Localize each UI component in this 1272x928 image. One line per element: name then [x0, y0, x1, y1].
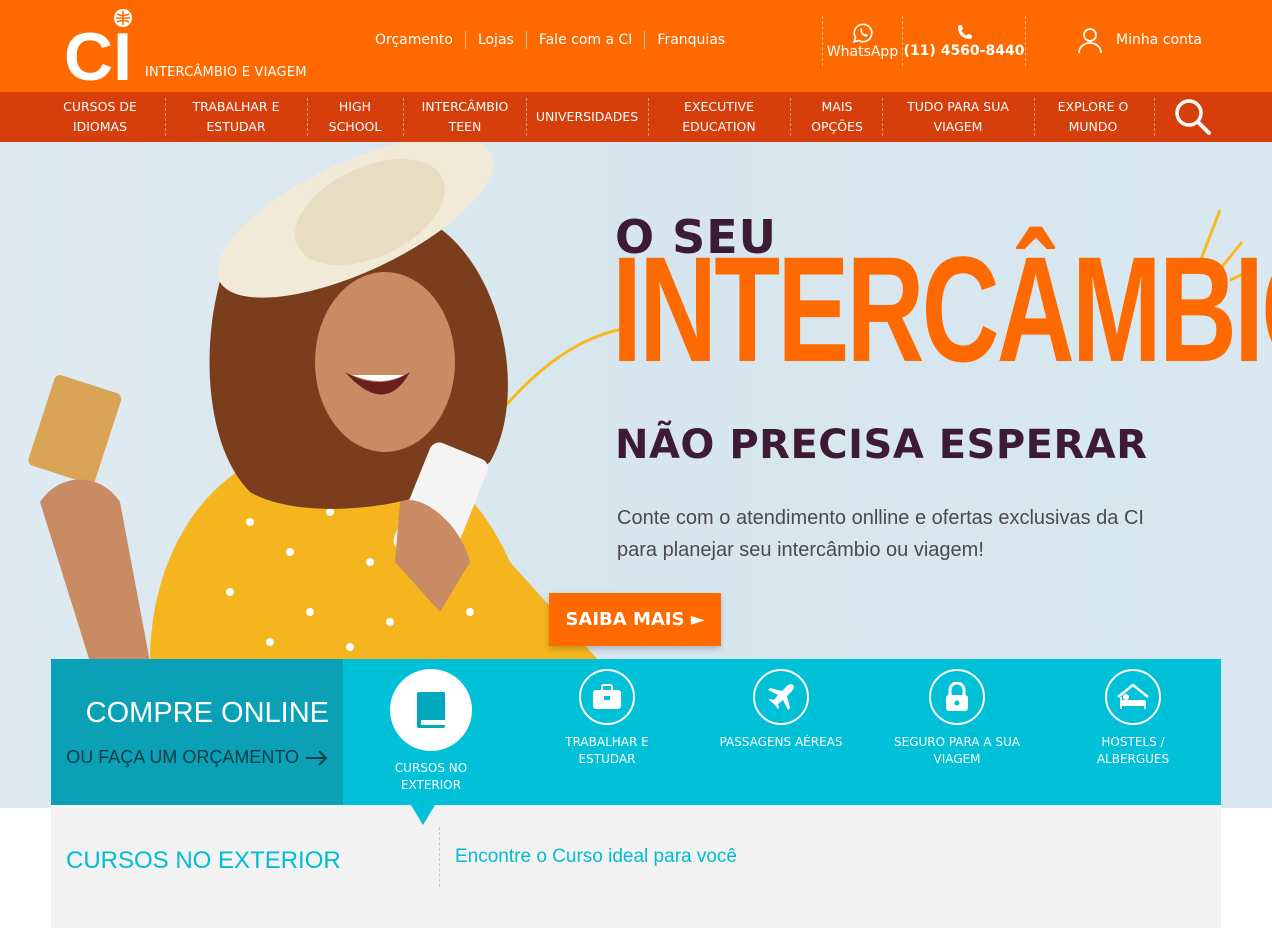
- whatsapp-button[interactable]: WhatsApp: [822, 16, 902, 66]
- buy-item-label: VIAGEM: [933, 752, 981, 766]
- arrow-right-icon: [306, 749, 328, 766]
- search-icon: [1175, 99, 1211, 135]
- nav-divider: [882, 98, 883, 136]
- buy-seguro-viagem[interactable]: SEGURO PARA A SUA VIAGEM: [877, 659, 1037, 805]
- nav-label: INTERCÂMBIO: [421, 99, 509, 114]
- courses-section: CURSOS NO EXTERIOR Encontre o Curso idea…: [51, 805, 1221, 928]
- quote-link[interactable]: OU FAÇA UM ORÇAMENTO: [66, 747, 329, 768]
- buy-online-title: COMPRE ONLINE: [85, 697, 329, 729]
- airplane-icon: [753, 669, 809, 725]
- buy-cursos-no-exterior[interactable]: CURSOS NO EXTERIOR: [351, 659, 511, 805]
- hero-heading-3: NÃO PRECISA ESPERAR: [615, 422, 1148, 468]
- nav-divider: [526, 98, 527, 136]
- section-lead: Encontre o Curso ideal para você: [455, 846, 737, 867]
- nav-intercambio-teen[interactable]: INTERCÂMBIO TEEN: [408, 92, 522, 142]
- nav-label: ESTUDAR: [206, 119, 266, 134]
- nav-label: EXPLORE O: [1057, 99, 1129, 114]
- nav-label: CURSOS DE: [63, 99, 137, 114]
- ci-logo[interactable]: CI: [64, 8, 144, 95]
- nav-label: HIGH: [338, 99, 372, 114]
- nav-divider: [790, 98, 791, 136]
- buy-online-intro: COMPRE ONLINE OU FAÇA UM ORÇAMENTO: [51, 659, 343, 805]
- buy-hostels-albergues[interactable]: HOSTELS / ALBERGUES: [1053, 659, 1213, 805]
- nav-universidades[interactable]: UNIVERSIDADES: [530, 92, 644, 142]
- lock-icon: [929, 669, 985, 725]
- buy-item-label: TRABALHAR E: [565, 735, 649, 749]
- nav-explore-o-mundo[interactable]: EXPLORE O MUNDO: [1040, 92, 1146, 142]
- buy-item-label: SEGURO PARA A SUA: [893, 735, 1021, 749]
- section-title: CURSOS NO EXTERIOR: [66, 847, 341, 874]
- hero-illustration: [28, 142, 620, 662]
- nav-label: TEEN: [448, 119, 482, 134]
- buy-item-label: CURSOS NO: [394, 761, 468, 775]
- nav-label: TUDO PARA SUA: [907, 99, 1009, 114]
- search-button[interactable]: [1172, 96, 1214, 138]
- link-fale-com-a-ci[interactable]: Fale com a CI: [527, 32, 645, 48]
- buy-passagens-aereas[interactable]: PASSAGENS AÉREAS: [701, 659, 861, 805]
- nav-label: MAIS: [821, 99, 853, 114]
- quote-link-label: OU FAÇA UM ORÇAMENTO: [66, 747, 299, 767]
- buy-trabalhar-e-estudar[interactable]: TRABALHAR E ESTUDAR: [527, 659, 687, 805]
- account-label: Minha conta: [1116, 32, 1202, 48]
- nav-divider: [307, 98, 308, 136]
- nav-label: EDUCATION: [682, 119, 756, 134]
- link-orcamento[interactable]: Orçamento: [363, 32, 465, 48]
- whatsapp-icon: [852, 23, 873, 43]
- nav-cursos-de-idiomas[interactable]: CURSOS DE IDIOMAS: [52, 92, 148, 142]
- active-tab-pointer: [411, 805, 435, 825]
- nav-trabalhar-e-estudar[interactable]: TRABALHAR E ESTUDAR: [172, 92, 300, 142]
- top-header: CI INTERCÂMBIO E VIAGEM Orçamento Lojas …: [0, 0, 1272, 95]
- bed-icon: [1105, 669, 1161, 725]
- nav-label: IDIOMAS: [72, 119, 128, 134]
- phone-number: (11) 4560-8440: [903, 43, 1025, 59]
- whatsapp-label: WhatsApp: [826, 44, 899, 60]
- buy-online-panel: COMPRE ONLINE OU FAÇA UM ORÇAMENTO CURSO…: [51, 659, 1221, 805]
- nav-executive-education[interactable]: EXECUTIVE EDUCATION: [652, 92, 786, 142]
- buy-item-label: ESTUDAR: [578, 752, 636, 766]
- nav-divider: [1034, 98, 1035, 136]
- briefcase-icon: [579, 669, 635, 725]
- saiba-mais-button[interactable]: SAIBA MAIS ►: [549, 593, 721, 646]
- link-lojas[interactable]: Lojas: [466, 32, 526, 48]
- nav-divider: [648, 98, 649, 136]
- nav-label: EXECUTIVE: [683, 99, 754, 114]
- buy-item-label: HOSTELS /: [1101, 735, 1165, 749]
- nav-label: SCHOOL: [328, 119, 382, 134]
- nav-tudo-para-sua-viagem[interactable]: TUDO PARA SUA VIAGEM: [886, 92, 1030, 142]
- nav-mais-opcoes[interactable]: MAIS OPÇÕES: [796, 92, 878, 142]
- buy-item-label: EXTERIOR: [400, 778, 462, 792]
- logo-tagline: INTERCÂMBIO E VIAGEM: [145, 65, 307, 80]
- nav-label: VIAGEM: [933, 119, 983, 134]
- account-link[interactable]: Minha conta: [1076, 26, 1202, 54]
- hero-description: Conte com o atendimento onlline e oferta…: [617, 502, 1217, 566]
- nav-label: UNIVERSIDADES: [535, 109, 639, 124]
- user-icon: [1078, 28, 1102, 54]
- nav-label: MUNDO: [1068, 119, 1118, 134]
- hero-desc-line-2: para planejar seu intercâmbio ou viagem!: [617, 539, 984, 561]
- logo-text: CI: [64, 19, 132, 84]
- nav-label: OPÇÕES: [811, 119, 863, 134]
- main-nav: CURSOS DE IDIOMAS TRABALHAR E ESTUDAR HIGH…: [0, 92, 1272, 142]
- nav-label: TRABALHAR E: [192, 99, 280, 114]
- nav-divider: [1154, 98, 1155, 136]
- nav-divider: [165, 98, 166, 136]
- hero-heading-2: INTERCÂMBIO: [612, 225, 1272, 393]
- nav-divider: [403, 98, 404, 136]
- link-franquias[interactable]: Franquias: [645, 32, 737, 48]
- divider: [439, 827, 440, 887]
- phone-icon: [958, 25, 972, 39]
- book-icon: [390, 669, 472, 751]
- buy-item-label: ALBERGUES: [1096, 752, 1170, 766]
- nav-high-school[interactable]: HIGH SCHOOL: [312, 92, 398, 142]
- buy-item-label: PASSAGENS AÉREAS: [719, 735, 843, 749]
- top-links: Orçamento Lojas Fale com a CI Franquias: [363, 31, 737, 49]
- phone-contact[interactable]: (11) 4560-8440: [902, 16, 1026, 66]
- hero-desc-line-1: Conte com o atendimento onlline e oferta…: [617, 507, 1144, 529]
